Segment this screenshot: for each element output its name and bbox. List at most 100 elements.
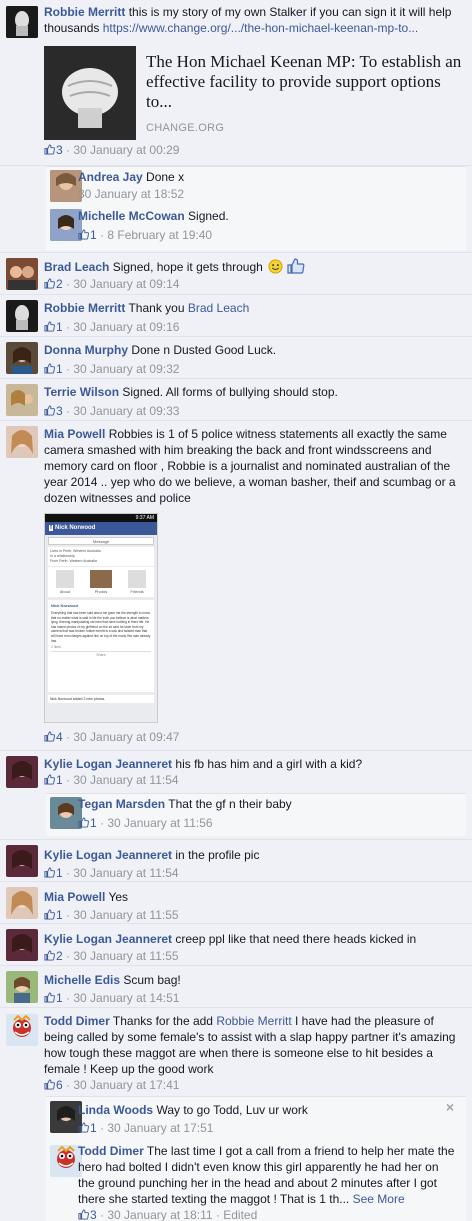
avatar[interactable] xyxy=(6,258,38,290)
comment-author[interactable]: Mia Powell xyxy=(44,427,105,441)
timestamp[interactable]: 30 January at 18:52 xyxy=(78,187,184,201)
timestamp[interactable]: 8 February at 19:40 xyxy=(107,228,212,242)
profile-tabs: About Photos Friends xyxy=(48,567,154,597)
comment-author[interactable]: Kylie Logan Jeanneret xyxy=(44,848,172,862)
comment-author[interactable]: Linda Woods xyxy=(78,1103,153,1117)
message-button: Message xyxy=(48,537,154,545)
timestamp[interactable]: 30 January at 11:54 xyxy=(73,866,178,880)
avatar[interactable] xyxy=(6,300,38,332)
comment-meta: 1 · 30 January at 11:56 xyxy=(78,814,213,832)
like-count[interactable]: 1 xyxy=(78,228,97,242)
like-count[interactable]: 2 xyxy=(44,277,63,291)
comment-author[interactable]: Brad Leach xyxy=(44,260,109,274)
comment-author[interactable]: Robbie Merritt xyxy=(44,5,125,19)
like-count[interactable]: 1 xyxy=(78,816,97,830)
phone-footer: Nick Norwood added 2 new photos. xyxy=(48,695,154,703)
comment-text: That the gf n their baby xyxy=(168,797,292,811)
mention-link[interactable]: Robbie Merritt xyxy=(216,1014,291,1028)
avatar[interactable] xyxy=(6,342,38,374)
comment-author[interactable]: Mia Powell xyxy=(44,890,105,904)
see-more-link[interactable]: See More xyxy=(353,1192,405,1206)
timestamp[interactable]: 30 January at 11:54 xyxy=(73,773,178,787)
comment-text: Done n Dusted Good Luck. xyxy=(131,343,277,357)
timestamp[interactable]: 30 January at 17:51 xyxy=(107,1121,213,1135)
like-count[interactable]: 3 xyxy=(44,404,63,418)
replies: × Linda Woods Way to go Todd, Luv ur wor… xyxy=(46,1096,466,1221)
avatar[interactable] xyxy=(6,845,38,877)
like-count[interactable]: 1 xyxy=(44,908,63,922)
attached-screenshot[interactable]: 9:37 AM f Nick Norwood Message Lives in P… xyxy=(44,513,158,723)
like-count[interactable]: 1 xyxy=(78,1121,97,1135)
like-count[interactable]: 1 xyxy=(44,866,63,880)
link-preview[interactable]: The Hon Michael Keenan MP: To establish … xyxy=(44,46,466,140)
preview-title[interactable]: The Hon Michael Keenan MP: To establish … xyxy=(146,52,464,112)
avatar[interactable] xyxy=(6,971,38,1003)
avatar[interactable] xyxy=(6,1014,38,1046)
timestamp[interactable]: 30 January at 09:33 xyxy=(73,404,179,418)
comment-text: Done x xyxy=(146,170,185,184)
like-count[interactable]: 1 xyxy=(44,320,63,334)
like-thumb-icon xyxy=(44,1079,55,1090)
like-count[interactable]: 4 xyxy=(44,730,63,744)
timestamp[interactable]: 30 January at 09:47 xyxy=(73,730,179,744)
comment-link[interactable]: https://www.change.org/.../the-hon-micha… xyxy=(103,21,419,35)
timestamp[interactable]: 30 January at 17:41 xyxy=(73,1078,179,1092)
timestamp[interactable]: 30 January at 11:55 xyxy=(73,949,178,963)
timestamp[interactable]: 30 January at 09:16 xyxy=(73,320,179,334)
like-count[interactable]: 1 xyxy=(44,991,63,1005)
timestamp[interactable]: 30 January at 11:55 xyxy=(73,908,178,922)
comment-meta: 30 January at 18:52 xyxy=(78,185,184,203)
edited-label[interactable]: Edited xyxy=(223,1208,257,1221)
comment-author[interactable]: Terrie Wilson xyxy=(44,385,119,399)
comment-author[interactable]: Tegan Marsden xyxy=(78,797,165,811)
comment-author[interactable]: Donna Murphy xyxy=(44,343,128,357)
like-thumb-icon xyxy=(44,278,55,289)
thumbs-up-emoji-icon xyxy=(286,258,304,274)
phone-status-bar: 9:37 AM xyxy=(45,514,157,522)
like-thumb-icon xyxy=(78,817,89,828)
phone-post: Nick Norwood Everything that has been sa… xyxy=(48,600,154,692)
comment-meta: 3 · 30 January at 09:33 xyxy=(44,402,179,420)
mention-link[interactable]: Brad Leach xyxy=(188,301,249,315)
comment-meta: 2 · 30 January at 09:14 xyxy=(44,275,179,293)
avatar[interactable] xyxy=(6,384,38,416)
like-count[interactable]: 2 xyxy=(44,949,63,963)
like-count[interactable]: 3 xyxy=(78,1208,97,1221)
like-count[interactable]: 1 xyxy=(44,362,63,376)
comment-meta: 1 · 30 January at 14:51 xyxy=(44,989,179,1007)
comment-text: Signed. All forms of bullying should sto… xyxy=(122,385,338,399)
avatar[interactable] xyxy=(6,6,38,38)
comment-meta: 1 · 30 January at 09:16 xyxy=(44,318,179,336)
comment-meta: 3 · 30 January at 00:29 xyxy=(44,141,179,159)
comment-author[interactable]: Todd Dimer xyxy=(44,1014,110,1028)
avatar[interactable] xyxy=(6,929,38,961)
like-thumb-icon xyxy=(78,1209,89,1220)
avatar[interactable] xyxy=(6,756,38,788)
timestamp[interactable]: 30 January at 18:11 xyxy=(107,1208,212,1221)
like-count[interactable]: 1 xyxy=(44,773,63,787)
comment-author[interactable]: Robbie Merritt xyxy=(44,301,125,315)
close-icon[interactable]: × xyxy=(446,1099,454,1115)
avatar[interactable] xyxy=(6,426,38,458)
comment-author[interactable]: Kylie Logan Jeanneret xyxy=(44,757,172,771)
timestamp[interactable]: 30 January at 09:32 xyxy=(73,362,179,376)
like-count[interactable]: 3 xyxy=(44,143,63,157)
like-thumb-icon xyxy=(44,144,55,155)
comment-author[interactable]: Michelle Edis xyxy=(44,973,120,987)
timestamp[interactable]: 30 January at 09:14 xyxy=(73,277,179,291)
comment-author[interactable]: Kylie Logan Jeanneret xyxy=(44,932,172,946)
comment-author[interactable]: Andrea Jay xyxy=(78,170,143,184)
timestamp[interactable]: 30 January at 00:29 xyxy=(73,143,179,157)
replies: Andrea Jay Done x 30 January at 18:52 Mi… xyxy=(46,166,466,250)
comment-author[interactable]: Michelle McCowan xyxy=(78,209,185,223)
replies: Tegan Marsden That the gf n their baby 1… xyxy=(46,793,466,836)
timestamp[interactable]: 30 January at 11:56 xyxy=(107,816,212,830)
comment-author[interactable]: Todd Dimer xyxy=(78,1144,144,1158)
like-count[interactable]: 6 xyxy=(44,1078,63,1092)
timestamp[interactable]: 30 January at 14:51 xyxy=(73,991,179,1005)
comment-text: Robbies is 1 of 5 police witness stateme… xyxy=(44,427,456,505)
avatar[interactable] xyxy=(6,887,38,919)
comment: Donna Murphy Done n Dusted Good Luck. 1 … xyxy=(0,337,472,379)
comment: Mia Powell Yes 1 · 30 January at 11:55 xyxy=(0,882,472,924)
like-thumb-icon xyxy=(78,1122,89,1133)
